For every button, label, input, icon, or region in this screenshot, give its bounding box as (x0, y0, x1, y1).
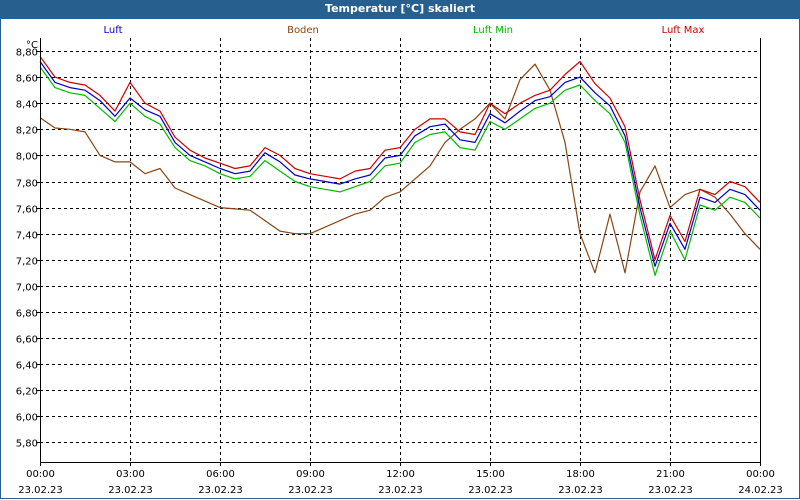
y-tick-label: 7,80 (16, 179, 38, 190)
x-tick-date-label: 23.02.23 (558, 485, 603, 496)
x-tick-time-label: 06:00 (206, 469, 235, 480)
legend-entry-luft: Luft (104, 25, 123, 36)
y-tick-label: 6,20 (16, 387, 38, 398)
x-tick-date-label: 23.02.23 (18, 485, 63, 496)
x-tick-time-label: 15:00 (476, 469, 505, 480)
x-tick-time-label: 21:00 (656, 469, 685, 480)
y-tick-label: 5,80 (16, 439, 38, 450)
y-tick-label: 7,00 (16, 283, 38, 294)
y-tick-label: 6,40 (16, 361, 38, 372)
series-line-boden (39, 63, 761, 274)
x-tick-time-label: 12:00 (386, 469, 415, 480)
legend-entry-luft-min: Luft Min (473, 25, 513, 36)
y-tick-label: 7,20 (16, 257, 38, 268)
x-tick-time-label: 18:00 (566, 469, 595, 480)
y-tick-label: 7,60 (16, 205, 38, 216)
y-tick-label: 6,80 (16, 309, 38, 320)
y-tick-label: 8,20 (16, 126, 38, 137)
y-tick-label: 8,60 (16, 74, 38, 85)
x-tick-date-label: 23.02.23 (108, 485, 153, 496)
legend-entry-luft-max: Luft Max (662, 25, 705, 36)
x-tick-date-label: 23.02.23 (468, 485, 513, 496)
x-tick-date-label: 23.02.23 (648, 485, 693, 496)
legend-entry-boden: Boden (287, 25, 319, 36)
line-chart: °C Luft Boden Luft Min Luft Max 8,808,608,4… (16, 25, 783, 496)
y-tick-label: 7,40 (16, 231, 38, 242)
x-tick-date-label: 23.02.23 (288, 485, 333, 496)
y-tick-label: 6,60 (16, 335, 38, 346)
x-tick-time-label: 00:00 (746, 469, 775, 480)
x-tick-time-label: 09:00 (296, 469, 325, 480)
x-tick-date-label: 23.02.23 (378, 485, 423, 496)
x-tick-time-label: 03:00 (116, 469, 145, 480)
y-tick-label: 8,80 (16, 48, 38, 59)
y-tick-label: 6,00 (16, 413, 38, 424)
x-tick-date-label: 23.02.23 (198, 485, 243, 496)
x-tick-date-label: 24.02.23 (738, 485, 783, 496)
y-tick-label: 8,40 (16, 100, 38, 111)
y-tick-label: 8,00 (16, 152, 38, 163)
x-tick-time-label: 00:00 (26, 469, 55, 480)
